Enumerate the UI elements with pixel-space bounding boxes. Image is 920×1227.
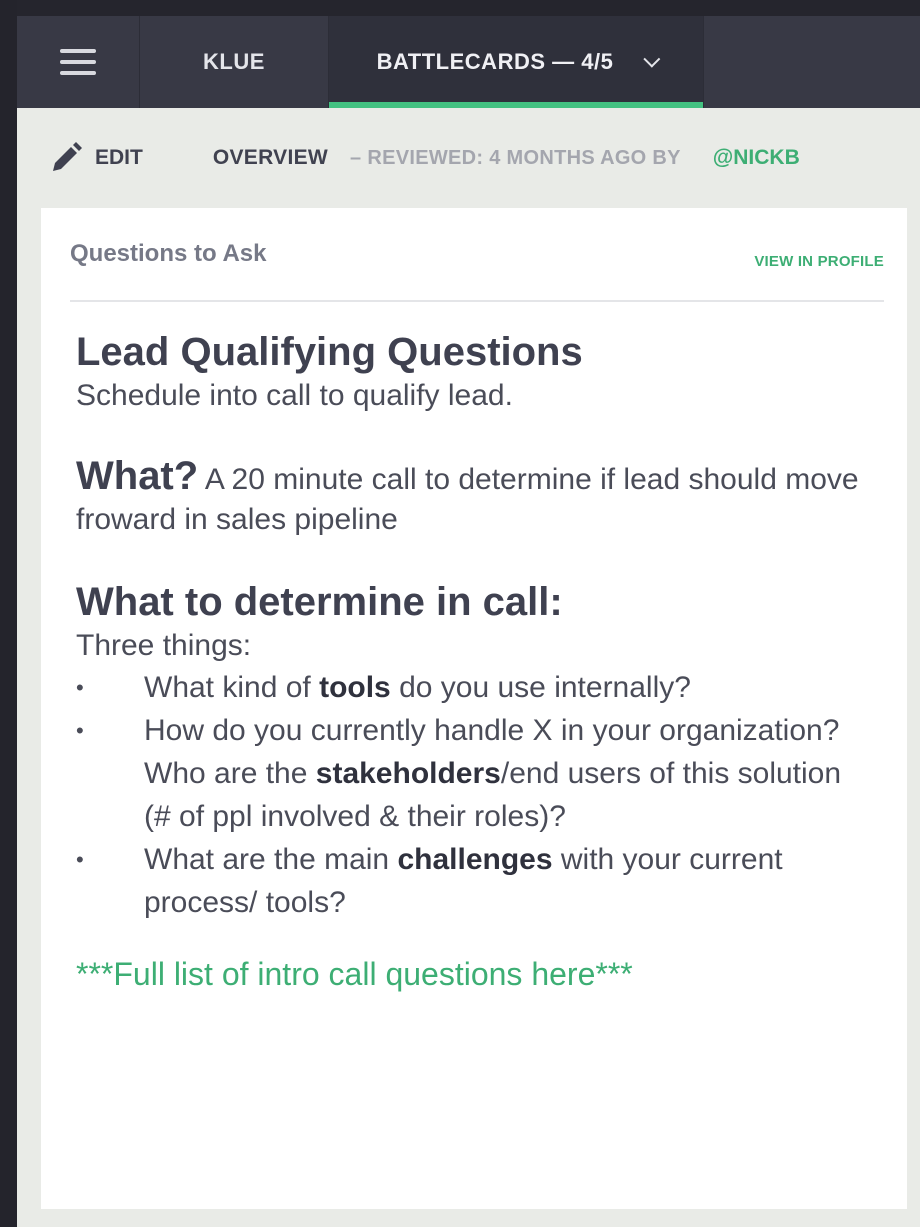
- content-heading: Lead Qualifying Questions: [76, 330, 583, 374]
- view-in-profile-link[interactable]: VIEW IN PROFILE: [754, 253, 884, 270]
- edit-button[interactable]: EDIT: [49, 141, 143, 175]
- what-label: What?: [76, 454, 199, 498]
- card-header: Questions to Ask VIEW IN PROFILE: [70, 240, 884, 302]
- card-subheader: EDIT OVERVIEW – REVIEWED: 4 MONTHS AGO B…: [17, 108, 920, 208]
- pencil-icon: [53, 142, 82, 171]
- card-gutter-bottom: [17, 1209, 920, 1227]
- list-item: What are the main challenges with your c…: [76, 838, 876, 924]
- window-top-strip: [0, 0, 920, 16]
- top-navigation-bar: KLUE BATTLECARDS — 4/5: [17, 16, 920, 108]
- list-item: How do you currently handle X in your or…: [76, 709, 876, 838]
- chevron-down-icon[interactable]: [643, 50, 661, 68]
- menu-button[interactable]: [17, 16, 140, 108]
- window-left-rail: [0, 0, 17, 1227]
- determine-heading: What to determine in call:: [76, 580, 563, 624]
- card-title: Questions to Ask: [70, 240, 267, 267]
- author-link[interactable]: @NICKB: [713, 146, 800, 170]
- list-item: What kind of tools do you use internally…: [76, 666, 876, 709]
- battlecard: Questions to Ask VIEW IN PROFILE Lead Qu…: [41, 208, 907, 1209]
- tab-battlecards-label: BATTLECARDS — 4/5: [376, 49, 614, 74]
- tab-battlecards[interactable]: BATTLECARDS — 4/5: [329, 16, 703, 108]
- full-list-link[interactable]: ***Full list of intro call questions her…: [76, 956, 876, 993]
- card-content: Lead Qualifying Questions Schedule into …: [76, 328, 876, 993]
- card-gutter-left: [17, 208, 41, 1209]
- hamburger-icon: [60, 49, 96, 75]
- reviewed-status: – REVIEWED: 4 MONTHS AGO BY: [350, 146, 681, 169]
- section-title: OVERVIEW: [212, 146, 329, 169]
- edit-label: EDIT: [95, 146, 143, 169]
- tab-klue[interactable]: KLUE: [140, 16, 329, 108]
- card-gutter-right: [907, 208, 920, 1209]
- tab-klue-label: KLUE: [203, 49, 265, 74]
- three-things-label: Three things:: [76, 629, 252, 662]
- topbar-empty-space: [703, 16, 920, 108]
- what-paragraph: What? A 20 minute call to determine if l…: [76, 456, 876, 540]
- content-subheading: Schedule into call to qualify lead.: [76, 379, 513, 412]
- questions-list: What kind of tools do you use internally…: [76, 666, 876, 924]
